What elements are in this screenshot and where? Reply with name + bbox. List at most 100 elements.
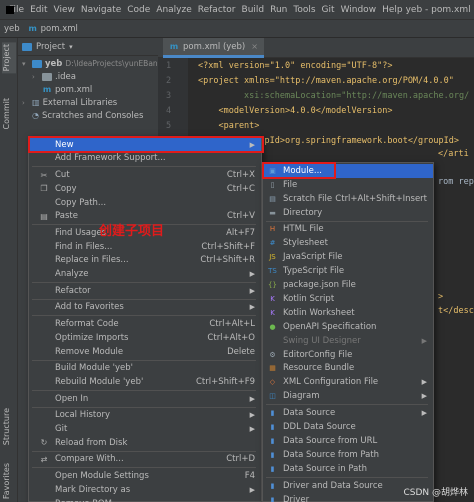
submenu-item-package-json-file[interactable]: {} package.json File bbox=[263, 278, 433, 292]
menu-item-rebuild-module-yeb[interactable]: Rebuild Module 'yeb' Ctrl+Shift+F9 bbox=[29, 375, 261, 389]
menu-code[interactable]: Code bbox=[124, 5, 153, 15]
menu-item-add-framework-support[interactable]: Add Framework Support... bbox=[29, 152, 261, 166]
tab-pom-xml[interactable]: m pom.xml (yeb) × bbox=[163, 38, 264, 58]
tree-item-yeb[interactable]: ▾ yeb D:\IdeaProjects\yunEBan bbox=[22, 57, 158, 70]
submenu-item-html-file[interactable]: H HTML File bbox=[263, 223, 433, 237]
menu-separator bbox=[266, 220, 428, 222]
menu-item-git[interactable]: Git ▶ bbox=[29, 422, 261, 436]
menu-window[interactable]: Window bbox=[338, 5, 380, 15]
menu-item-build-module-yeb[interactable]: Build Module 'yeb' bbox=[29, 362, 261, 376]
menu-item-open-in[interactable]: Open In ▶ bbox=[29, 392, 261, 406]
chevron-down-icon[interactable]: ▾ bbox=[69, 43, 73, 51]
submenu-item-javascript-file[interactable]: JS JavaScript File bbox=[263, 250, 433, 264]
submenu-item-label: Data Source from URL bbox=[283, 435, 378, 446]
tree-item-external-libraries[interactable]: › ▥ External Libraries bbox=[22, 96, 117, 109]
menu-analyze[interactable]: Analyze bbox=[153, 5, 194, 15]
menu-item-compare-with[interactable]: ⇄ Compare With... Ctrl+D bbox=[29, 453, 261, 467]
menu-item-label: Mark Directory as bbox=[55, 484, 131, 495]
menu-item-local-history[interactable]: Local History ▶ bbox=[29, 409, 261, 423]
submenu-item-swing-ui-designer[interactable]: Swing UI Designer ▶ bbox=[263, 334, 433, 348]
chevron-right-icon[interactable]: › bbox=[22, 99, 29, 107]
data-source-in-path-icon: ▮ bbox=[270, 464, 275, 473]
menu-item-replace-in-files[interactable]: Replace in Files... Ctrl+Shift+R bbox=[29, 254, 261, 268]
menu-separator bbox=[266, 476, 428, 478]
menu-separator bbox=[32, 467, 256, 469]
menu-item-open-module-settings[interactable]: Open Module Settings F4 bbox=[29, 469, 261, 483]
tree-item-pom[interactable]: m pom.xml bbox=[42, 83, 92, 96]
directory-icon: ▬ bbox=[269, 208, 276, 217]
commit-tool-button[interactable]: Commit bbox=[2, 98, 11, 129]
menu-item-label: Add to Favorites bbox=[55, 302, 124, 313]
menu-item-copy[interactable]: ❐ Copy Ctrl+C bbox=[29, 182, 261, 196]
submenu-item-data-source-from-path[interactable]: ▮ Data Source from Path bbox=[263, 448, 433, 462]
submenu-item-resource-bundle[interactable]: ▦ Resource Bundle bbox=[263, 362, 433, 376]
menu-refactor[interactable]: Refactor bbox=[195, 5, 239, 15]
menu-navigate[interactable]: Navigate bbox=[78, 5, 124, 15]
submenu-item-data-source[interactable]: ▮ Data Source ▶ bbox=[263, 406, 433, 420]
menu-build[interactable]: Build bbox=[239, 5, 268, 15]
submenu-arrow-icon: ▶ bbox=[249, 303, 255, 312]
menu-run[interactable]: Run bbox=[267, 5, 290, 15]
menu-item-cut[interactable]: ✂ Cut Ctrl+X bbox=[29, 168, 261, 182]
xml-config-icon: ◇ bbox=[269, 378, 276, 387]
menu-item-shortcut: Ctrl+C bbox=[226, 183, 255, 194]
menu-edit[interactable]: Edit bbox=[27, 5, 50, 15]
project-tool-button[interactable]: Project bbox=[2, 42, 16, 74]
submenu-item-xml-configuration-file[interactable]: ◇ XML Configuration File ▶ bbox=[263, 376, 433, 390]
menu-item-analyze[interactable]: Analyze ▶ bbox=[29, 267, 261, 281]
menu-item-shortcut: Ctrl+Alt+O bbox=[207, 332, 255, 343]
menu-item-add-to-favorites[interactable]: Add to Favorites ▶ bbox=[29, 301, 261, 315]
watermark: CSDN @胡烨林 bbox=[403, 488, 468, 498]
submenu-item-label: Scratch File bbox=[283, 193, 333, 204]
breadcrumb-project[interactable]: yeb bbox=[0, 24, 24, 34]
menu-item-reload-from-disk[interactable]: ↻ Reload from Disk bbox=[29, 436, 261, 450]
submenu-item-file[interactable]: ▯ File bbox=[263, 178, 433, 192]
menu-item-shortcut: Ctrl+V bbox=[226, 211, 255, 222]
menu-git[interactable]: Git bbox=[319, 5, 338, 15]
menu-item-refactor[interactable]: Refactor ▶ bbox=[29, 284, 261, 298]
submenu-item-diagram[interactable]: ◫ Diagram ▶ bbox=[263, 389, 433, 403]
submenu-item-stylesheet[interactable]: # Stylesheet bbox=[263, 237, 433, 251]
menu-item-remove-bom[interactable]: Remove BOM bbox=[29, 497, 261, 502]
favorites-tool-button[interactable]: Favorites bbox=[2, 463, 11, 499]
menu-item-label: Cut bbox=[55, 170, 70, 181]
scratch-file-icon: ▤ bbox=[269, 194, 276, 203]
menu-item-label: Remove BOM bbox=[51, 499, 261, 502]
submenu-arrow-icon: ▶ bbox=[421, 378, 427, 387]
tree-item-scratches[interactable]: ◔ Scratches and Consoles bbox=[32, 109, 143, 122]
module-folder-icon bbox=[32, 59, 42, 68]
submenu-item-editorconfig-file[interactable]: ⚙ EditorConfig File bbox=[263, 348, 433, 362]
menu-help[interactable]: Help bbox=[379, 5, 406, 15]
submenu-item-label: package.json File bbox=[283, 280, 356, 291]
menu-item-optimize-imports[interactable]: Optimize Imports Ctrl+Alt+O bbox=[29, 331, 261, 345]
close-icon[interactable]: × bbox=[251, 42, 258, 51]
menu-item-mark-directory-as[interactable]: Mark Directory as ▶ bbox=[29, 483, 261, 497]
submenu-item-typescript-file[interactable]: TS TypeScript File bbox=[263, 264, 433, 278]
submenu-item-data-source-from-url[interactable]: ▮ Data Source from URL bbox=[263, 434, 433, 448]
menu-item-reformat-code[interactable]: Reformat Code Ctrl+Alt+L bbox=[29, 317, 261, 331]
menu-item-find-in-files[interactable]: Find in Files... Ctrl+Shift+F bbox=[29, 240, 261, 254]
submenu-item-label: JavaScript File bbox=[283, 252, 343, 263]
breadcrumb-file[interactable]: m pom.xml bbox=[24, 24, 82, 34]
ddl-data-source-icon: ▮ bbox=[270, 423, 275, 432]
submenu-item-kotlin-worksheet[interactable]: K Kotlin Worksheet bbox=[263, 306, 433, 320]
project-view-selector[interactable]: Project bbox=[36, 42, 65, 52]
submenu-item-scratch-file[interactable]: ▤ Scratch File Ctrl+Alt+Shift+Insert bbox=[263, 192, 433, 206]
submenu-item-ddl-data-source[interactable]: ▮ DDL Data Source bbox=[263, 420, 433, 434]
menu-tools[interactable]: Tools bbox=[290, 5, 318, 15]
submenu-arrow-icon: ▶ bbox=[249, 270, 255, 279]
chevron-right-icon[interactable]: › bbox=[32, 73, 39, 81]
submenu-item-data-source-in-path[interactable]: ▮ Data Source in Path bbox=[263, 462, 433, 476]
menu-item-copy-path[interactable]: Copy Path... bbox=[29, 196, 261, 210]
menu-separator bbox=[32, 166, 256, 168]
structure-tool-button[interactable]: Structure bbox=[2, 408, 11, 445]
submenu-item-kotlin-script[interactable]: K Kotlin Script bbox=[263, 292, 433, 306]
chevron-down-icon[interactable]: ▾ bbox=[22, 60, 29, 68]
line-number: 2 bbox=[166, 76, 172, 86]
submenu-item-openapi-specification[interactable]: ● OpenAPI Specification bbox=[263, 320, 433, 334]
submenu-item-directory[interactable]: ▬ Directory bbox=[263, 206, 433, 220]
menu-view[interactable]: View bbox=[51, 5, 78, 15]
menu-item-label: Build Module 'yeb' bbox=[55, 363, 133, 374]
tree-item-idea[interactable]: › .idea bbox=[32, 70, 76, 83]
menu-item-remove-module[interactable]: Remove Module Delete bbox=[29, 345, 261, 359]
